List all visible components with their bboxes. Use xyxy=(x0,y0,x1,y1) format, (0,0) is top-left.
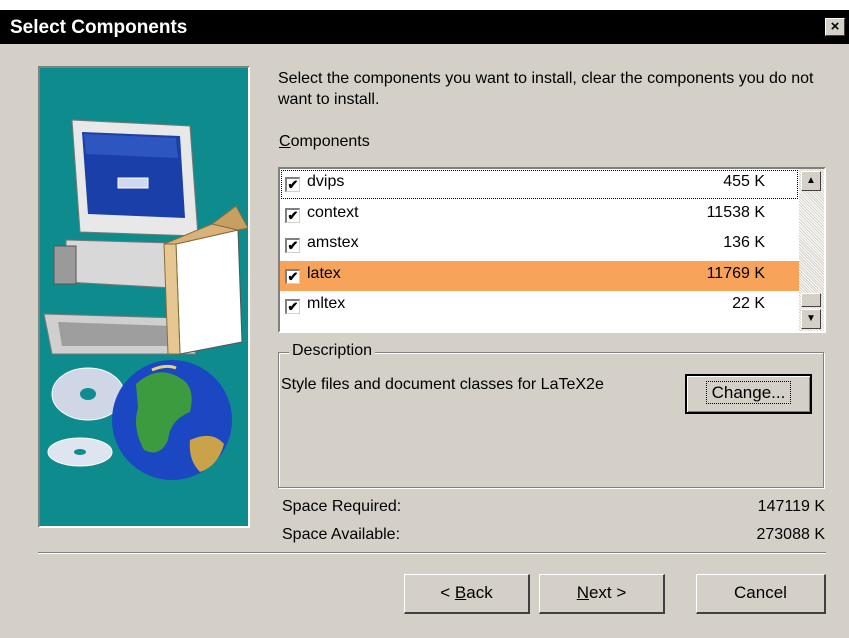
back-prefix: < xyxy=(440,583,455,602)
description-group: Description Style files and document cla… xyxy=(278,342,824,488)
change-button-label: Change... xyxy=(705,381,792,404)
component-name: context xyxy=(307,203,359,221)
space-available-label: Space Available: xyxy=(282,526,401,543)
component-size: 22 K xyxy=(732,295,765,312)
space-required-value: 147119 K xyxy=(757,498,825,515)
component-name: mltex xyxy=(307,295,346,312)
list-item[interactable]: ✔ amstex 136 K xyxy=(280,230,799,261)
close-button[interactable]: × xyxy=(825,18,845,36)
list-item[interactable]: ✔ dvips 455 K xyxy=(280,169,799,200)
vertical-scrollbar[interactable]: ▲ ▼ xyxy=(799,169,824,331)
next-rest: ext > xyxy=(588,583,627,602)
intro-text: Select the components you want to instal… xyxy=(278,70,814,108)
arrow-up-icon: ▲ xyxy=(806,175,816,186)
list-item[interactable]: ✔ mltex 22 K xyxy=(280,291,799,322)
cancel-button[interactable]: Cancel xyxy=(696,574,826,614)
description-legend: Description xyxy=(289,342,376,360)
computer-and-globe-illustration xyxy=(43,119,248,480)
checkbox[interactable]: ✔ xyxy=(285,177,300,192)
change-button[interactable]: Change... xyxy=(685,374,812,414)
back-rest: ack xyxy=(466,583,493,602)
checkbox[interactable]: ✔ xyxy=(285,268,300,284)
scroll-up-button[interactable]: ▲ xyxy=(801,171,821,191)
wizard-illustration xyxy=(38,66,250,528)
separator xyxy=(38,552,826,554)
component-size: 11538 K xyxy=(706,203,765,221)
component-name: amstex xyxy=(307,234,359,251)
back-button[interactable]: < Back xyxy=(404,574,530,614)
space-required-label: Space Required: xyxy=(282,498,402,515)
components-label-rest: omponents xyxy=(290,133,370,150)
checkbox[interactable]: ✔ xyxy=(285,238,300,253)
back-accel: B xyxy=(454,583,467,602)
title-bar: Select Components × xyxy=(0,10,849,44)
list-item[interactable]: ✔ context 11538 K xyxy=(280,200,799,231)
component-name: latex xyxy=(307,264,341,282)
list-item-selected[interactable]: ✔ latex 11769 K xyxy=(280,260,799,291)
arrow-down-icon: ▼ xyxy=(806,313,816,324)
space-available-value: 273088 K xyxy=(756,526,825,543)
component-name: dvips xyxy=(307,173,345,190)
scroll-thumb[interactable] xyxy=(801,293,821,307)
close-icon: × xyxy=(830,18,840,35)
components-label: Components xyxy=(279,133,370,151)
components-rows: ✔ dvips 455 K ✔ context 11538 K ✔ amstex… xyxy=(280,169,799,322)
component-size: 455 K xyxy=(723,173,765,190)
next-accel: N xyxy=(576,583,589,602)
checkbox[interactable]: ✔ xyxy=(285,207,300,223)
next-button[interactable]: Next > xyxy=(539,574,665,614)
components-label-accel: C xyxy=(279,133,291,150)
components-list[interactable]: ✔ dvips 455 K ✔ context 11538 K ✔ amstex… xyxy=(278,167,826,333)
component-size: 136 K xyxy=(723,234,765,251)
description-text: Style files and document classes for LaT… xyxy=(281,376,604,393)
component-size: 11769 K xyxy=(706,264,765,282)
cancel-label: Cancel xyxy=(734,583,787,602)
window-title: Select Components xyxy=(10,17,188,38)
scroll-down-button[interactable]: ▼ xyxy=(801,309,821,329)
checkbox[interactable]: ✔ xyxy=(285,299,300,314)
